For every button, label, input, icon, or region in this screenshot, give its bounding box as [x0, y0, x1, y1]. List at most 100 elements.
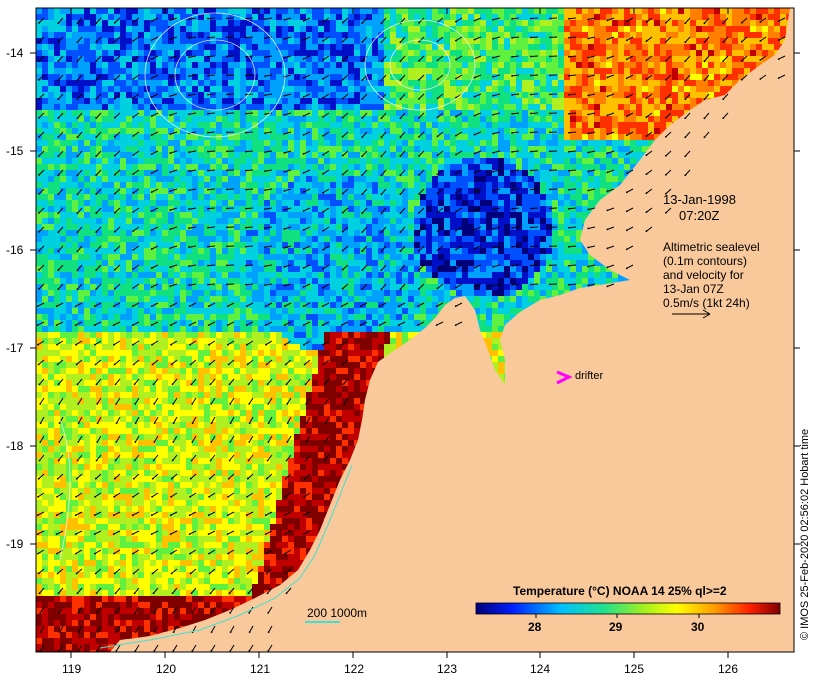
sst-pixel	[204, 74, 210, 80]
sst-pixel	[186, 224, 192, 230]
sst-pixel	[570, 182, 576, 188]
sst-pixel	[162, 62, 168, 68]
sst-pixel	[342, 182, 348, 188]
sst-pixel	[540, 110, 546, 116]
sst-pixel	[108, 206, 114, 212]
sst-pixel	[552, 68, 558, 74]
sst-pixel	[444, 182, 450, 188]
sst-pixel	[150, 80, 156, 86]
sst-pixel	[516, 152, 522, 158]
sst-pixel	[120, 152, 126, 158]
sst-pixel	[684, 26, 690, 32]
sst-pixel	[312, 188, 318, 194]
sst-pixel	[216, 164, 222, 170]
sst-pixel	[204, 242, 210, 248]
sst-pixel	[276, 128, 282, 134]
sst-pixel	[48, 50, 54, 56]
sst-pixel	[276, 188, 282, 194]
sst-pixel	[504, 68, 510, 74]
sst-pixel	[486, 104, 492, 110]
sst-pixel	[102, 92, 108, 98]
sst-pixel	[564, 38, 570, 44]
sst-pixel	[732, 62, 738, 68]
sst-pixel	[48, 62, 54, 68]
sst-pixel	[48, 230, 54, 236]
sst-pixel	[438, 212, 444, 218]
sst-pixel	[534, 200, 540, 206]
sst-pixel	[582, 116, 588, 122]
sst-pixel	[522, 116, 528, 122]
sst-pixel	[180, 152, 186, 158]
sst-pixel	[216, 152, 222, 158]
sst-pixel	[264, 44, 270, 50]
sst-pixel	[126, 122, 132, 128]
sst-pixel	[66, 74, 72, 80]
sst-pixel	[270, 194, 276, 200]
sst-pixel	[372, 80, 378, 86]
sst-pixel	[600, 170, 606, 176]
sst-pixel	[360, 182, 366, 188]
sst-pixel	[300, 176, 306, 182]
sst-pixel	[240, 188, 246, 194]
sst-pixel	[528, 152, 534, 158]
sst-pixel	[294, 200, 300, 206]
sst-pixel	[48, 32, 54, 38]
sst-pixel	[36, 182, 42, 188]
sst-pixel	[540, 218, 546, 224]
sst-pixel	[258, 74, 264, 80]
sst-pixel	[720, 44, 726, 50]
sst-pixel	[678, 38, 684, 44]
sst-pixel	[372, 44, 378, 50]
sst-pixel	[60, 68, 66, 74]
sst-pixel	[444, 92, 450, 98]
sst-pixel	[222, 176, 228, 182]
sst-pixel	[558, 110, 564, 116]
sst-pixel	[54, 218, 60, 224]
sst-pixel	[186, 32, 192, 38]
sst-pixel	[222, 164, 228, 170]
sst-pixel	[228, 218, 234, 224]
sst-pixel	[102, 212, 108, 218]
sst-pixel	[186, 20, 192, 26]
sst-pixel	[396, 140, 402, 146]
sst-pixel	[642, 56, 648, 62]
sst-pixel	[312, 176, 318, 182]
sst-pixel	[636, 62, 642, 68]
sst-pixel	[660, 104, 666, 110]
sst-pixel	[156, 122, 162, 128]
sst-pixel	[480, 182, 486, 188]
sst-pixel	[114, 104, 120, 110]
sst-pixel	[690, 44, 696, 50]
sst-pixel	[144, 170, 150, 176]
sst-pixel	[558, 44, 564, 50]
sst-pixel	[258, 128, 264, 134]
sst-pixel	[330, 62, 336, 68]
sst-pixel	[630, 158, 636, 164]
sst-pixel	[102, 32, 108, 38]
sst-pixel	[726, 80, 732, 86]
sst-pixel	[72, 104, 78, 110]
sst-pixel	[258, 44, 264, 50]
sst-pixel	[66, 164, 72, 170]
sst-pixel	[444, 62, 450, 68]
sst-pixel	[156, 212, 162, 218]
sst-pixel	[168, 230, 174, 236]
sst-pixel	[330, 176, 336, 182]
sst-pixel	[72, 242, 78, 248]
sst-pixel	[300, 128, 306, 134]
sst-pixel	[408, 98, 414, 104]
sst-pixel	[420, 104, 426, 110]
sst-pixel	[198, 182, 204, 188]
sst-pixel	[210, 164, 216, 170]
sst-pixel	[612, 86, 618, 92]
sst-pixel	[126, 176, 132, 182]
sst-pixel	[348, 86, 354, 92]
sst-pixel	[282, 62, 288, 68]
sst-pixel	[666, 56, 672, 62]
sst-pixel	[252, 92, 258, 98]
sst-pixel	[66, 32, 72, 38]
sst-pixel	[522, 26, 528, 32]
sst-pixel	[138, 140, 144, 146]
sst-pixel	[324, 44, 330, 50]
sst-pixel	[72, 158, 78, 164]
